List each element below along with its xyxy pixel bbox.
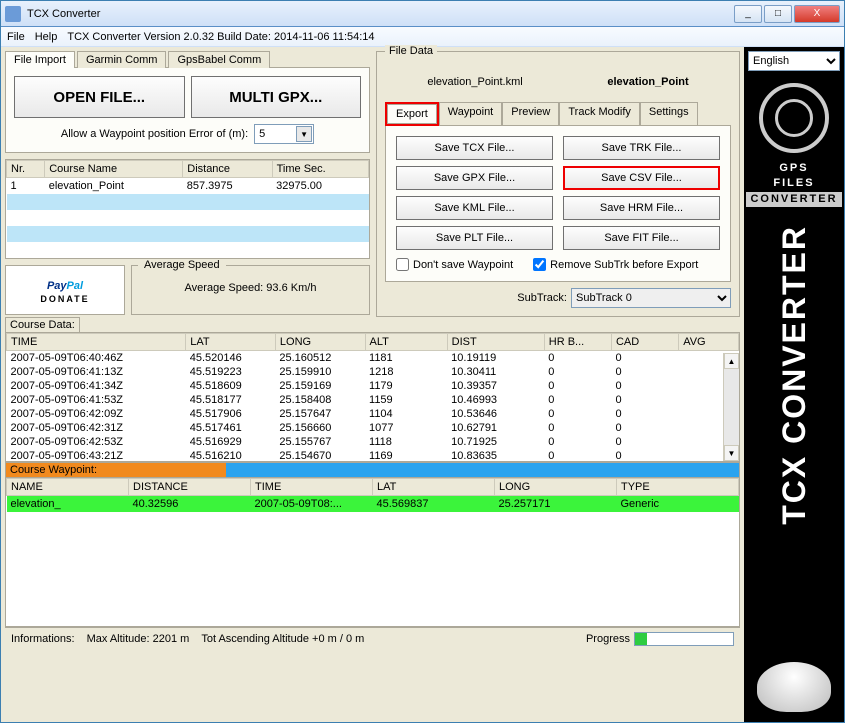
tab-settings[interactable]: Settings — [640, 102, 698, 126]
remove-subtrk-checkbox[interactable]: Remove SubTrk before Export — [533, 258, 698, 271]
table-row: 2007-05-09T06:42:53Z45.51692925.15576711… — [7, 435, 739, 449]
file-name: elevation_Point.kml — [427, 76, 522, 88]
dont-save-waypoint-checkbox[interactable]: Don't save Waypoint — [396, 258, 513, 271]
course-waypoint-label: Course Waypoint: — [5, 462, 740, 477]
tab-garmin-comm[interactable]: Garmin Comm — [77, 51, 167, 68]
multi-gpx-button[interactable]: MULTI GPX... — [191, 76, 362, 118]
save-hrm-button[interactable]: Save HRM File... — [563, 196, 720, 220]
tab-track-modify[interactable]: Track Modify — [559, 102, 640, 126]
open-file-button[interactable]: OPEN FILE... — [14, 76, 185, 118]
table-row: 1elevation_Point857.397532975.00 — [7, 178, 369, 195]
file-data-legend: File Data — [385, 45, 437, 57]
tab-file-import[interactable]: File Import — [5, 51, 75, 68]
maximize-button[interactable]: □ — [764, 5, 792, 23]
table-row: 2007-05-09T06:40:46Z45.52014625.16051211… — [7, 351, 739, 366]
subtrack-label: SubTrack: — [517, 292, 567, 304]
tab-waypoint[interactable]: Waypoint — [439, 102, 502, 126]
tab-gpsbabel-comm[interactable]: GpsBabel Comm — [168, 51, 270, 68]
sidebar-title: TCX CONVERTER — [776, 225, 813, 525]
table-row: 2007-05-09T06:42:31Z45.51746125.15666010… — [7, 421, 739, 435]
language-select[interactable]: English — [748, 51, 840, 71]
course-waypoint-table[interactable]: NAMEDISTANCETIMELATLONGTYPE elevation_40… — [5, 477, 740, 627]
tab-preview[interactable]: Preview — [502, 102, 559, 126]
save-gpx-button[interactable]: Save GPX File... — [396, 166, 553, 190]
save-csv-button[interactable]: Save CSV File... — [563, 166, 720, 190]
scrollbar[interactable]: ▲▼ — [723, 353, 739, 461]
chevron-down-icon[interactable]: ▼ — [296, 126, 312, 142]
menu-help[interactable]: Help — [35, 31, 58, 43]
progress-bar — [634, 632, 734, 646]
course-data-table[interactable]: TIMELATLONGALTDISTHR B...CADAVG 2007-05-… — [5, 332, 740, 462]
status-max-alt: Max Altitude: 2201 m — [87, 633, 190, 645]
progress-label: Progress — [586, 633, 630, 645]
menu-file[interactable]: File — [7, 31, 25, 43]
save-tcx-button[interactable]: Save TCX File... — [396, 136, 553, 160]
tab-export[interactable]: Export — [387, 104, 437, 124]
save-kml-button[interactable]: Save KML File... — [396, 196, 553, 220]
save-trk-button[interactable]: Save TRK File... — [563, 136, 720, 160]
gear-icon — [759, 83, 829, 153]
titlebar: TCX Converter _ □ X — [1, 1, 844, 27]
close-button[interactable]: X — [794, 5, 840, 23]
version-label: TCX Converter Version 2.0.32 Build Date:… — [67, 31, 374, 43]
statusbar: Informations: Max Altitude: 2201 m Tot A… — [5, 627, 740, 649]
course-table[interactable]: Nr.Course NameDistanceTime Sec. 1elevati… — [5, 159, 370, 259]
sidebar-branding: GPS FILES CONVERTER — [746, 161, 841, 207]
menubar: File Help TCX Converter Version 2.0.32 B… — [1, 27, 844, 47]
table-row: 2007-05-09T06:42:09Z45.51790625.15764711… — [7, 407, 739, 421]
save-plt-button[interactable]: Save PLT File... — [396, 226, 553, 250]
average-speed-panel: Average Speed Average Speed: 93.6 Km/h — [131, 265, 370, 315]
table-row: 2007-05-09T06:41:13Z45.51922325.15991012… — [7, 365, 739, 379]
waypoint-error-spinner[interactable]: 5▼ — [254, 124, 314, 144]
waypoint-error-label: Allow a Waypoint position Error of (m): — [61, 128, 248, 140]
status-info: Informations: — [11, 633, 75, 645]
table-row: elevation_40.325962007-05-09T08:...45.56… — [7, 496, 739, 513]
sidebar: English GPS FILES CONVERTER TCX CONVERTE… — [744, 47, 844, 722]
paypal-donate-button[interactable]: PayPal DONATE — [5, 265, 125, 315]
save-fit-button[interactable]: Save FIT File... — [563, 226, 720, 250]
window-title: TCX Converter — [27, 8, 734, 20]
table-row: 2007-05-09T06:41:34Z45.51860925.15916911… — [7, 379, 739, 393]
course-data-label: Course Data: — [5, 317, 80, 332]
table-row: 2007-05-09T06:43:21Z45.51621025.15467011… — [7, 449, 739, 462]
status-tot-asc: Tot Ascending Altitude +0 m / 0 m — [201, 633, 364, 645]
table-row: 2007-05-09T06:41:53Z45.51817725.15840811… — [7, 393, 739, 407]
minimize-button[interactable]: _ — [734, 5, 762, 23]
course-name: elevation_Point — [607, 76, 688, 88]
subtrack-select[interactable]: SubTrack 0 — [571, 288, 731, 308]
helmet-icon — [757, 662, 831, 712]
app-icon — [5, 6, 21, 22]
